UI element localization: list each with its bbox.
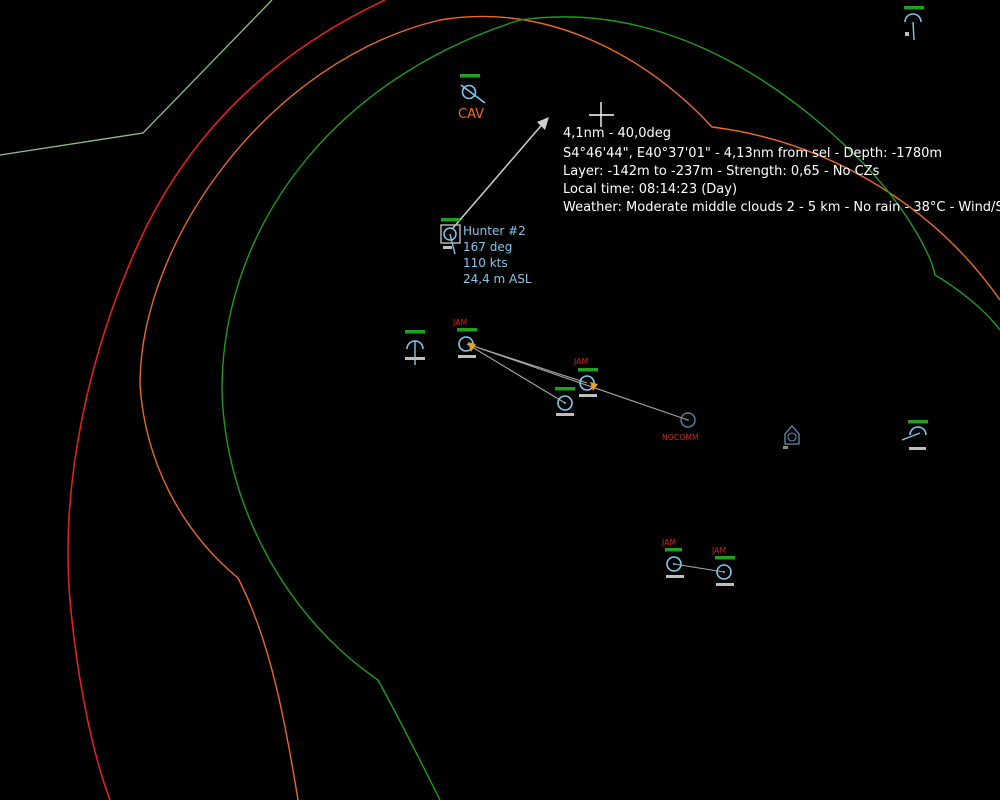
friendly-unit-west[interactable] [405,330,425,365]
cursor-readout-layer: Layer: -142m to -237m - Strength: 0,65 -… [563,164,880,179]
jam-label-3: JAM [662,538,677,547]
reference-line [0,0,273,156]
jam-label-4: JAM [712,546,727,555]
crosshair-cursor [589,102,614,127]
friendly-unit-east[interactable] [901,420,928,450]
datalink-lines [466,343,725,573]
jammed-unit-1[interactable] [457,328,477,358]
friendly-unit-northeast[interactable] [904,6,924,41]
port-facility-icon[interactable] [783,425,800,449]
friendly-unit-center[interactable] [555,387,575,416]
cursor-readout-position: S4°46'44", E40°37'01" - 4,13nm from sel … [563,146,943,161]
tactical-map[interactable] [0,0,1000,800]
cursor-readout-range-bearing: 4,1nm - 40,0deg [563,126,671,141]
jam-label-2: JAM [574,357,589,366]
nocomm-unit[interactable] [680,412,696,428]
range-ring-red [67,0,386,800]
cav-label: CAV [458,107,485,122]
cav-unit-icon[interactable] [460,74,486,104]
jammed-unit-3[interactable] [665,548,684,578]
jammed-unit-2[interactable] [578,368,598,397]
nocomm-label: NOCOMM [662,433,699,442]
bearing-arrow [452,117,549,229]
cursor-readout-local-time: Local time: 08:14:23 (Day) [563,182,738,197]
selected-unit-speed: 110 kts [463,256,508,270]
cursor-readout-weather: Weather: Moderate middle clouds 2 - 5 km… [563,200,1000,215]
jam-label-1: JAM [453,318,468,327]
selected-unit-name: Hunter #2 [463,224,526,238]
selected-unit-altitude: 24,4 m ASL [463,272,532,286]
selected-unit-heading: 167 deg [463,240,513,254]
